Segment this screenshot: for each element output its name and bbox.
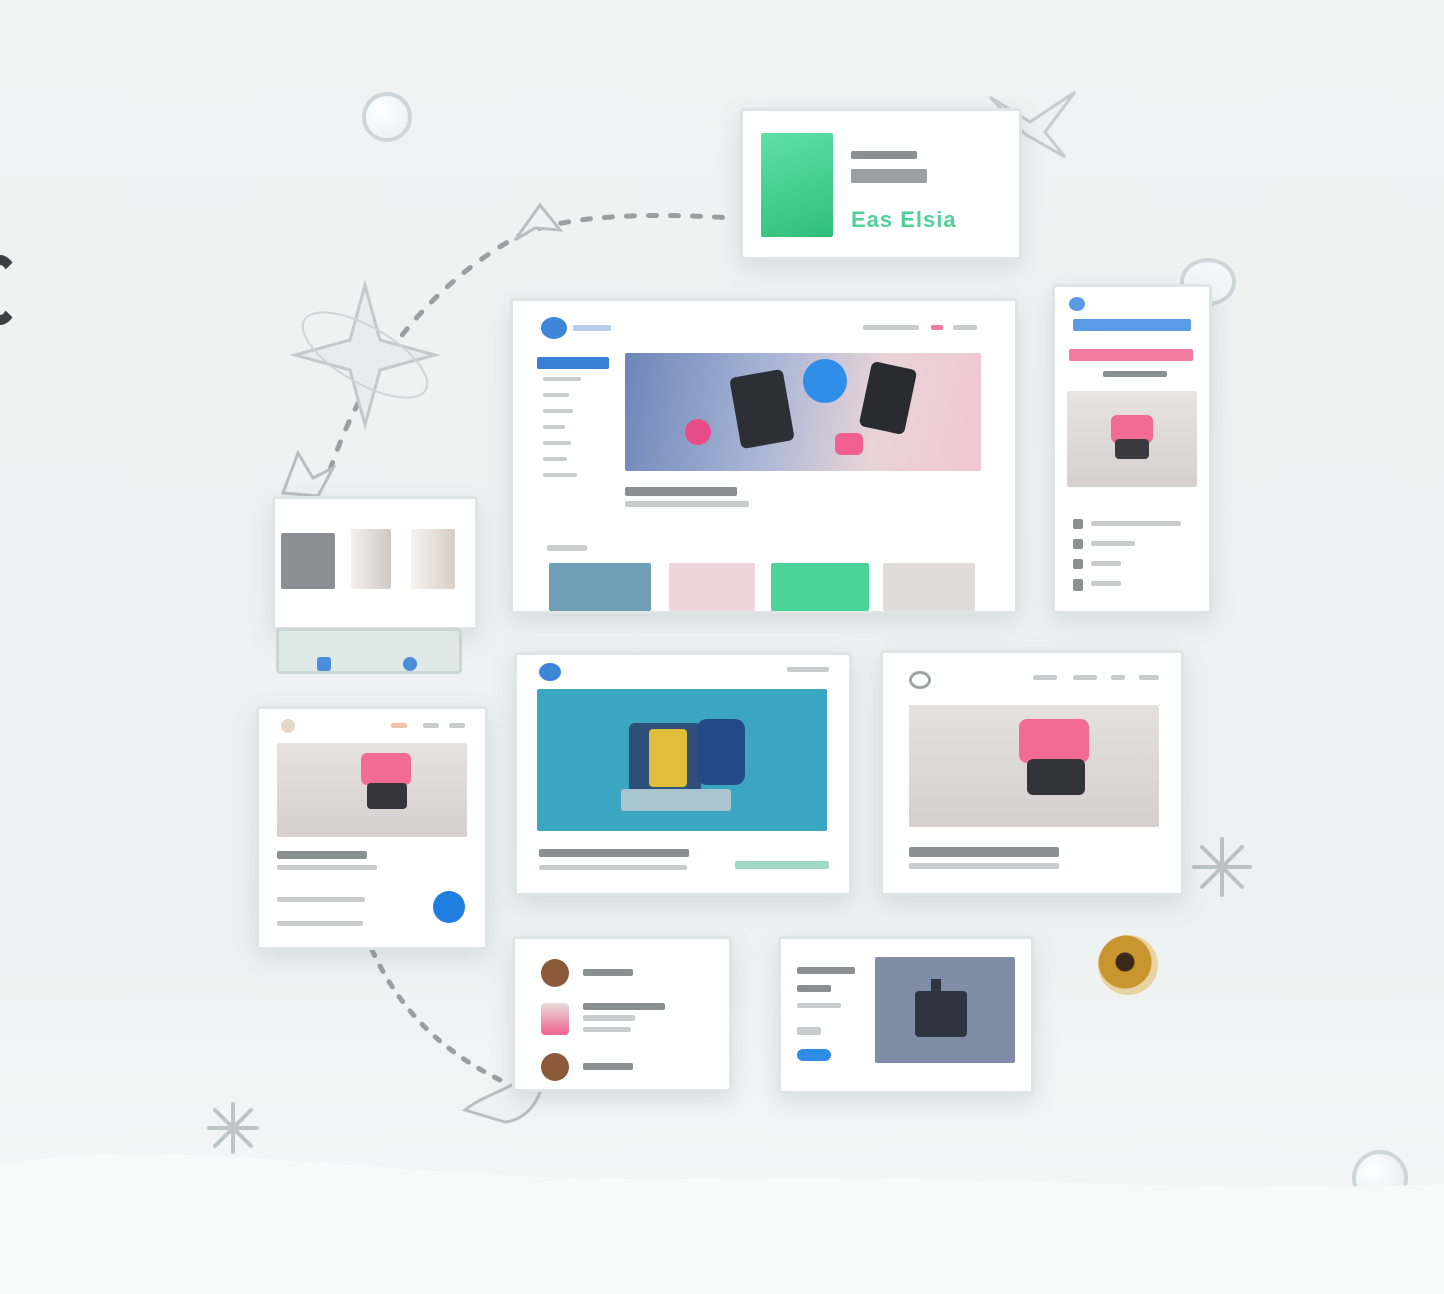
product-shelf-card[interactable] [272,496,478,630]
avatar [541,1053,569,1081]
leaf-icon [280,449,337,498]
promo-card[interactable] [778,936,1034,1094]
leaf-icon [513,202,564,242]
sparkle-icon [289,279,441,431]
thumb-2[interactable] [669,563,755,611]
add-to-cart-button[interactable] [433,891,465,923]
green-product-card[interactable]: Eas Elsia [740,108,1022,260]
promo-image [875,957,1015,1063]
avatar [541,1003,569,1035]
cookie-icon [1098,935,1158,995]
desktop-store-page[interactable] [510,298,1018,614]
teal-hero-image [537,689,827,831]
thumb-3[interactable] [771,563,869,611]
thumb-1[interactable] [549,563,651,611]
hero-banner-image [625,353,981,471]
teal-hero-card[interactable] [514,652,852,896]
shelf-base [276,628,462,674]
sidebar-active-item[interactable] [537,357,609,369]
snowflake-icon [1192,837,1252,897]
mobile-product-image [1067,391,1197,487]
reviews-list-card[interactable] [512,936,732,1092]
avatar [541,959,569,987]
product-page-image [909,705,1159,827]
green-product-image [761,133,833,237]
thumb-4[interactable] [883,563,975,611]
product-page-card[interactable] [880,650,1184,896]
promo-button[interactable] [797,1049,831,1061]
store-logo [541,317,567,339]
green-price-text: Eas Elsia [851,207,957,232]
product-detail-card[interactable] [256,706,488,950]
mobile-store-page[interactable] [1052,284,1212,614]
bottom-wave [0,1154,1444,1294]
detail-product-image [277,743,467,837]
